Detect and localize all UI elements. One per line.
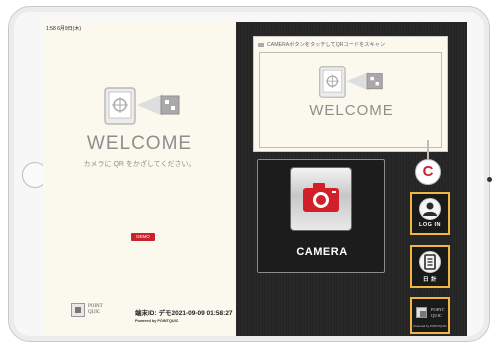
camera-icon-tile [291,168,351,230]
powered-by-text: Powered by POINTQUIC [135,319,179,323]
camera-button[interactable]: CAMERA [257,159,385,273]
brand-line-2: QUIC [431,313,442,318]
camera-button-label: CAMERA [296,246,348,258]
welcome-heading-preview: WELCOME [309,102,394,119]
camera-hint-icon [258,42,264,47]
tablet-qr-illustration-icon [104,87,180,125]
welcome-heading: WELCOME [86,133,193,154]
user-icon [423,202,437,216]
pointquic-logo: POINT QUIC [71,303,103,317]
daily-total-button[interactable]: 日 計 [410,245,450,288]
scan-hint: CAMERAボタンをタッチしてQRコードをスキャン [258,41,385,48]
tablet-qr-illustration-icon [319,66,383,98]
pointquic-logo-right: POINT QUIC Powered by POINTQUIC [410,297,450,334]
front-camera-dot [487,177,492,182]
pointquic-logo-icon [416,307,427,318]
operator-pane: CAMERAボタンをタッチしてQRコードをスキャン WELCOME CAMERA… [236,22,467,336]
terminal-id-text: 端末ID: デモ2021-09-09 01:58:27 [135,310,233,317]
daily-total-label: 日 計 [422,277,438,283]
camera-icon [303,183,339,212]
login-button[interactable]: LOG IN [410,192,450,235]
clear-button-connector [427,140,429,159]
clear-button[interactable]: C [415,159,441,185]
ipad-frame: 1:58 6月9日(木) WELCOME カメラに QR をかざしてください。 … [8,6,492,342]
scan-hint-text: CAMERAボタンをタッチしてQRコードをスキャン [267,42,386,48]
pointquic-logo-icon [71,303,85,317]
login-button-label: LOG IN [419,222,441,228]
status-bar-time: 1:58 6月9日(木) [46,26,82,32]
scan-preview-area: WELCOME [259,52,442,148]
brand-line-2: QUIC [88,310,101,315]
app-screen: 1:58 6月9日(木) WELCOME カメラに QR をかざしてください。 … [43,22,467,336]
scan-preview-panel: CAMERAボタンをタッチしてQRコードをスキャン WELCOME [253,36,448,152]
demo-badge: DEMO [131,233,155,241]
report-icon [424,254,436,270]
qr-instruction-text: カメラに QR をかざしてください。 [83,161,196,168]
powered-by-text: Powered by POINTQUIC [413,324,447,328]
customer-display-pane: 1:58 6月9日(木) WELCOME カメラに QR をかざしてください。 … [43,22,236,336]
